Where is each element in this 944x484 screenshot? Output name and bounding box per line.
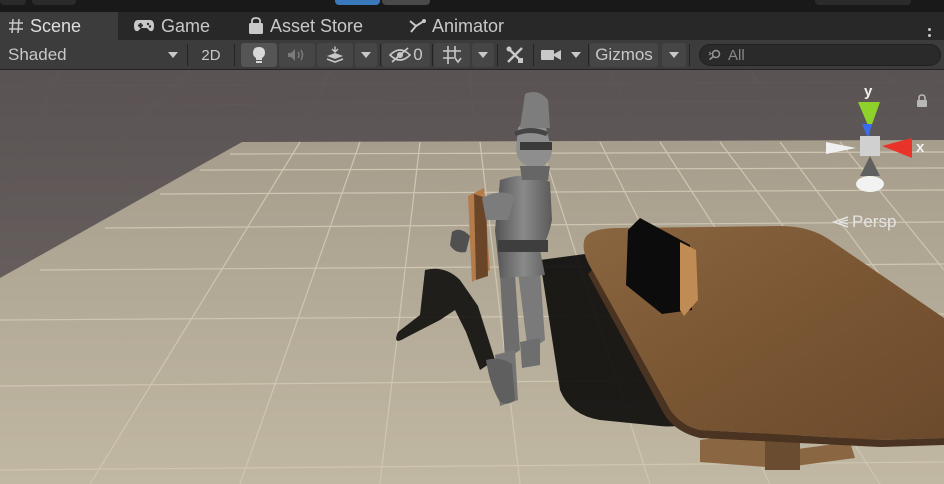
search-input[interactable] bbox=[728, 46, 928, 64]
editor-tab-bar: Scene Game Asset Store Animator bbox=[0, 12, 944, 43]
scene-render bbox=[0, 70, 944, 484]
top-strip-block bbox=[815, 0, 911, 5]
lock-icon[interactable] bbox=[916, 94, 928, 108]
tab-label: Animator bbox=[432, 15, 505, 36]
search-icon bbox=[708, 49, 721, 61]
top-strip-block bbox=[32, 0, 76, 5]
toolbar-divider bbox=[689, 44, 690, 66]
toggle-2d-button[interactable]: 2D bbox=[194, 43, 228, 67]
grid-dropdown[interactable] bbox=[472, 43, 494, 67]
tab-label: Game bbox=[161, 15, 211, 36]
light-bulb-icon bbox=[253, 47, 265, 63]
effects-dropdown[interactable] bbox=[355, 43, 377, 67]
chevron-down-icon bbox=[168, 52, 178, 58]
toolbar-divider bbox=[187, 44, 188, 66]
chevron-down-icon bbox=[571, 52, 581, 58]
grid-icon bbox=[443, 46, 462, 64]
scene-search-field[interactable] bbox=[699, 44, 941, 66]
layers-icon bbox=[326, 46, 344, 63]
toolbar-divider bbox=[533, 44, 534, 66]
hidden-object-count: 0 bbox=[413, 45, 423, 64]
shading-mode-label: Shaded bbox=[8, 45, 67, 64]
eye-slash-icon bbox=[389, 47, 412, 63]
video-camera-icon bbox=[541, 50, 561, 60]
toolbar-divider bbox=[432, 44, 433, 66]
gizmo-center-cube[interactable] bbox=[860, 136, 880, 156]
axis-x-cone[interactable] bbox=[882, 138, 912, 158]
camera-dropdown[interactable] bbox=[566, 43, 586, 67]
axis-gizmo-graphic: y x bbox=[826, 83, 925, 192]
grid-snapping-toggle[interactable] bbox=[434, 43, 470, 67]
orientation-gizmo[interactable]: y x bbox=[820, 80, 930, 210]
chevron-down-icon bbox=[478, 52, 488, 58]
hash-icon bbox=[9, 18, 23, 34]
shading-mode-dropdown[interactable]: Shaded bbox=[0, 43, 186, 67]
axis-y-label: y bbox=[864, 83, 873, 100]
projection-toggle[interactable]: Persp bbox=[832, 212, 896, 232]
top-strip-block bbox=[0, 0, 26, 5]
toolbar-divider bbox=[234, 44, 235, 66]
speaker-icon bbox=[288, 49, 304, 61]
axis-x-label: x bbox=[916, 139, 925, 156]
tools-icon bbox=[506, 46, 523, 63]
camera-settings-button[interactable] bbox=[536, 43, 566, 67]
axis-neg-x-cone[interactable] bbox=[826, 142, 856, 154]
audio-toggle[interactable] bbox=[279, 43, 315, 67]
toggle-2d-label: 2D bbox=[201, 46, 221, 64]
toolbar-divider bbox=[497, 44, 498, 66]
toolbar-divider bbox=[588, 44, 589, 66]
gizmos-toggle[interactable]: Gizmos bbox=[590, 43, 658, 67]
projection-label: Persp bbox=[852, 212, 897, 231]
play-button-highlight[interactable] bbox=[335, 0, 380, 5]
chevron-down-icon bbox=[361, 52, 371, 58]
axis-z-cone[interactable] bbox=[862, 124, 872, 138]
axis-neg-y-base bbox=[856, 176, 884, 192]
scene-toolbar: Shaded 2D 0 Gizmos All bbox=[0, 40, 944, 70]
gizmos-dropdown[interactable] bbox=[662, 43, 686, 67]
shopping-bag-icon bbox=[249, 17, 263, 34]
axis-neg-y-cone[interactable] bbox=[860, 156, 880, 176]
window-top-strip bbox=[0, 0, 944, 12]
lighting-toggle[interactable] bbox=[241, 43, 277, 67]
scene-tools-button[interactable] bbox=[500, 43, 530, 67]
tab-asset-store[interactable]: Asset Store bbox=[240, 12, 390, 40]
scene-viewport[interactable]: y x Persp bbox=[0, 70, 944, 484]
tab-animator[interactable]: Animator bbox=[400, 12, 530, 40]
tab-game[interactable]: Game bbox=[125, 12, 235, 40]
scene-visibility-toggle[interactable]: 0 bbox=[382, 43, 430, 67]
toolbar-divider bbox=[380, 44, 381, 66]
tab-label: Asset Store bbox=[270, 15, 364, 36]
tab-scene[interactable]: Scene bbox=[0, 12, 118, 40]
animator-icon bbox=[409, 19, 426, 33]
pause-button[interactable] bbox=[382, 0, 430, 5]
gamepad-icon bbox=[134, 20, 154, 32]
effects-toggle[interactable] bbox=[317, 43, 353, 67]
chevron-down-icon bbox=[669, 52, 679, 58]
perspective-icon bbox=[832, 216, 849, 228]
gizmos-label: Gizmos bbox=[595, 45, 653, 64]
tab-label: Scene bbox=[30, 15, 82, 36]
